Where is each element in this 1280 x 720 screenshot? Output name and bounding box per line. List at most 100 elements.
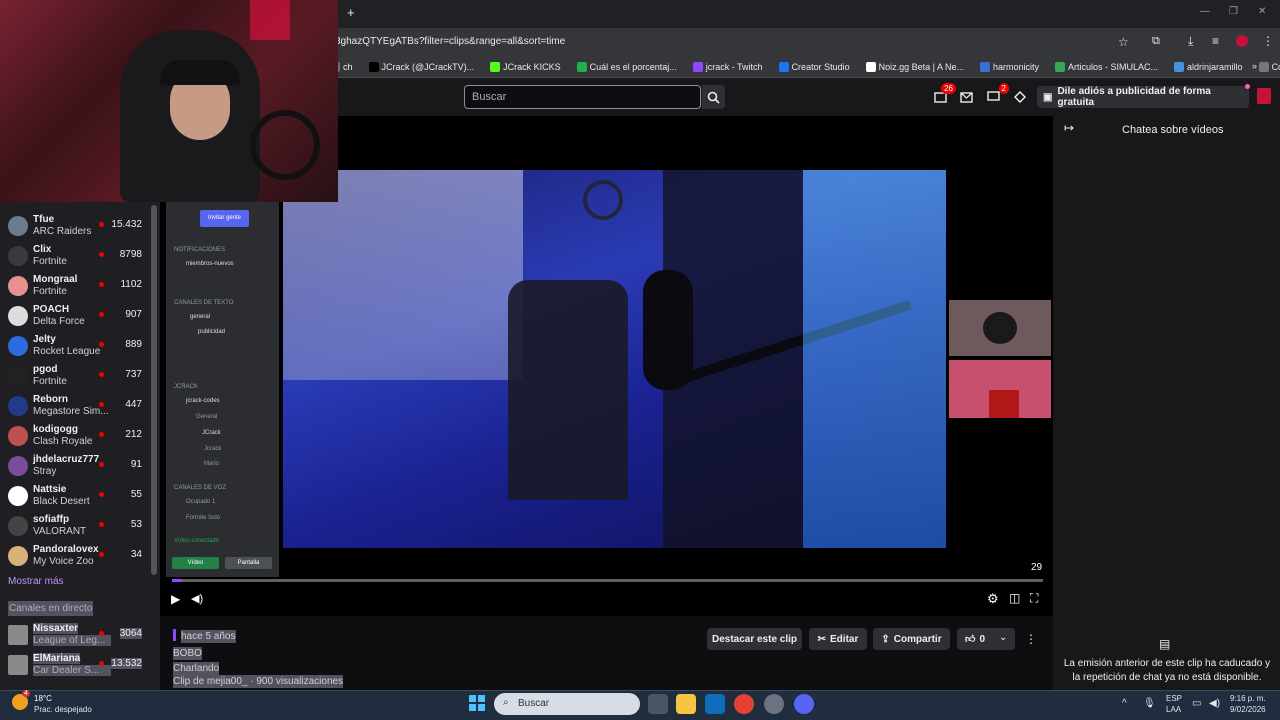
bookmark-item[interactable]: JCrack (@JCrackTV)...	[368, 61, 474, 72]
windows-start-icon[interactable]	[469, 695, 485, 711]
file-explorer-icon[interactable]	[676, 694, 696, 714]
close-icon[interactable]: ✕	[1258, 6, 1266, 17]
chrome-icon[interactable]	[734, 694, 754, 714]
discord-voice-channel[interactable]: General	[196, 414, 217, 420]
notifications-button[interactable]: 26	[931, 83, 956, 106]
url-field[interactable]: 3ghazQTYEgATBs?filter=clips&range=all&so…	[335, 36, 565, 47]
network-icon[interactable]: ▭	[1192, 698, 1201, 709]
sidebar-channel-jelty[interactable]: Jelty Rocket League 889	[0, 331, 150, 361]
bookmark-item[interactable]: Cuál es el porcentaj...	[576, 61, 677, 72]
invite-button[interactable]: Invitar gente	[200, 210, 249, 227]
theatre-mode-icon[interactable]: ◫	[1009, 591, 1020, 605]
chevron-down-icon[interactable]: ⌄	[999, 632, 1007, 643]
restore-icon[interactable]: ❐	[1229, 6, 1238, 17]
bookmark-item[interactable]: JCrack KICKS	[490, 61, 561, 72]
bookmark-item[interactable]: Articulos - SIMULAC...	[1055, 61, 1158, 72]
mail-button[interactable]	[957, 88, 975, 106]
sidebar-scrollbar[interactable]	[151, 205, 157, 575]
more-bookmarks-icon[interactable]: »	[1252, 61, 1257, 71]
discord-voice-channel[interactable]: Fortnite Solo	[186, 515, 220, 521]
minimize-icon[interactable]: —	[1200, 6, 1210, 17]
speaker-icon[interactable]: ◀)	[1209, 698, 1220, 709]
clip-category[interactable]: Charlando	[173, 662, 220, 675]
discord-icon[interactable]	[794, 694, 814, 714]
obs-icon[interactable]	[764, 694, 784, 714]
sidebar-channel-sofiaffp[interactable]: sofiaffp VALORANT 53	[0, 511, 150, 541]
discord-voice-channel[interactable]: JCrack	[202, 430, 221, 436]
channel-avatar	[8, 396, 28, 416]
edit-button[interactable]: ✂ Editar	[809, 628, 867, 650]
sidebar-channel-pandoralovex[interactable]: Pandoralovex My Voice Zoo 34	[0, 541, 150, 571]
discord-channel[interactable]: miembros-nuevos	[186, 261, 234, 267]
tray-chevron-icon[interactable]: ^	[1122, 698, 1127, 709]
live-dot-icon	[99, 661, 104, 666]
bits-button[interactable]	[1011, 88, 1029, 106]
live-channels-header: Canales en directo	[8, 601, 94, 616]
extensions-icon[interactable]: ⧉	[1152, 35, 1160, 48]
star-icon[interactable]: ☆	[1118, 35, 1129, 49]
ad-free-button[interactable]: ▣ Dile adiós a publicidad de forma gratu…	[1037, 86, 1249, 108]
bookmark-item[interactable]: aldrinjaramillo	[1174, 61, 1243, 72]
clip-meta: Clip de mejia00_ · 900 visualizaciones	[173, 675, 344, 688]
search-button[interactable]	[702, 85, 725, 109]
sidebar-channel-poach[interactable]: POACH Delta Force 907	[0, 301, 150, 331]
bookmark-item[interactable]: harmonicity	[979, 61, 1039, 72]
scissors-icon: ✂	[817, 633, 827, 645]
more-options-icon[interactable]: ⋮	[1025, 632, 1037, 646]
menu-icon[interactable]: ⋮	[1262, 34, 1274, 48]
sidebar-channel-tfue[interactable]: Tfue ARC Raiders 15.432	[0, 211, 150, 241]
live-channel-elmariana[interactable]: ElMariana Car Dealer S... 13.532	[0, 650, 150, 680]
bookmark-item[interactable]: Noiz.gg Beta | A Ne...	[865, 61, 964, 72]
sidebar-channel-mongraal[interactable]: Mongraal Fortnite 1102	[0, 271, 150, 301]
pip-window-1[interactable]	[949, 300, 1051, 356]
keyboard-lang-1[interactable]: ESP	[1166, 694, 1182, 703]
share-label: Compartir	[893, 633, 942, 645]
microphone-tray-icon[interactable]: 🎙︎	[1143, 698, 1156, 709]
discord-channel[interactable]: jcrack-codes	[186, 398, 220, 404]
channel-avatar	[8, 655, 28, 675]
screen-share-button[interactable]: Pantalla	[225, 557, 272, 569]
live-dot-icon	[99, 492, 104, 497]
media-icon[interactable]: ≡	[1212, 34, 1219, 48]
live-channel-nissaxter[interactable]: Nissaxter League of Leg... 3064	[0, 620, 150, 650]
clock-date[interactable]: 9/02/2026	[1230, 705, 1266, 714]
whispers-button[interactable]: 2	[984, 83, 1009, 106]
download-icon[interactable]: ⤓	[1188, 34, 1193, 49]
pip-window-2[interactable]	[949, 360, 1051, 418]
bookmark-item[interactable]: Colección de M_blei...	[1258, 61, 1280, 72]
taskbar-search[interactable]: Buscar	[494, 693, 640, 715]
sidebar-channel-pgod[interactable]: pgod Fortnite 737	[0, 361, 150, 391]
highlight-clip-button[interactable]: Destacar este clip	[707, 628, 802, 650]
task-view-icon[interactable]	[648, 694, 668, 714]
mail-app-icon[interactable]	[705, 694, 725, 714]
clock-time[interactable]: 9:16 p. m.	[1230, 694, 1266, 703]
seek-bar[interactable]	[172, 579, 1043, 582]
settings-icon[interactable]: ⚙	[987, 591, 999, 607]
show-more-link[interactable]: Mostrar más	[8, 576, 64, 587]
sidebar-channel-reborn[interactable]: Reborn Megastore Sim... 447	[0, 391, 150, 421]
video-button[interactable]: Vídeo	[172, 557, 219, 569]
windows-taskbar	[0, 690, 1280, 720]
bookmark-item[interactable]: Creator Studio	[778, 61, 850, 72]
collapse-chat-icon[interactable]: ↦	[1064, 121, 1074, 135]
clip-video[interactable]	[283, 170, 946, 548]
share-button[interactable]: ⇪ Compartir	[873, 628, 950, 650]
live-dot-icon	[99, 462, 104, 467]
new-tab-button[interactable]: +	[347, 5, 355, 20]
sidebar-channel-kodigogg[interactable]: kodigogg Clash Royale 212	[0, 421, 150, 451]
volume-icon[interactable]: ◀)	[191, 592, 203, 605]
bookmark-item[interactable]: jcrack - Twitch	[692, 61, 763, 72]
sidebar-channel-nattsie[interactable]: Nattsie Black Desert 55	[0, 481, 150, 511]
discord-channel[interactable]: general	[190, 314, 210, 320]
sidebar-channel-clix[interactable]: Clix Fortnite 8798	[0, 241, 150, 271]
discord-channel[interactable]: publicidad	[198, 329, 225, 335]
keyboard-lang-2[interactable]: LAA	[1166, 705, 1181, 714]
fullscreen-icon[interactable]: ⛶	[1030, 591, 1038, 606]
play-button[interactable]: ▶	[171, 592, 180, 606]
profile-icon[interactable]	[1236, 35, 1248, 47]
sidebar-channel-jhdelacruz777[interactable]: jhdelacruz777 Stray 91	[0, 451, 150, 481]
discord-user: Jcrack	[204, 446, 222, 452]
user-avatar[interactable]	[1257, 88, 1271, 104]
search-input[interactable]: Buscar	[464, 85, 701, 109]
discord-voice-channel[interactable]: Ocupado 1	[186, 499, 215, 505]
